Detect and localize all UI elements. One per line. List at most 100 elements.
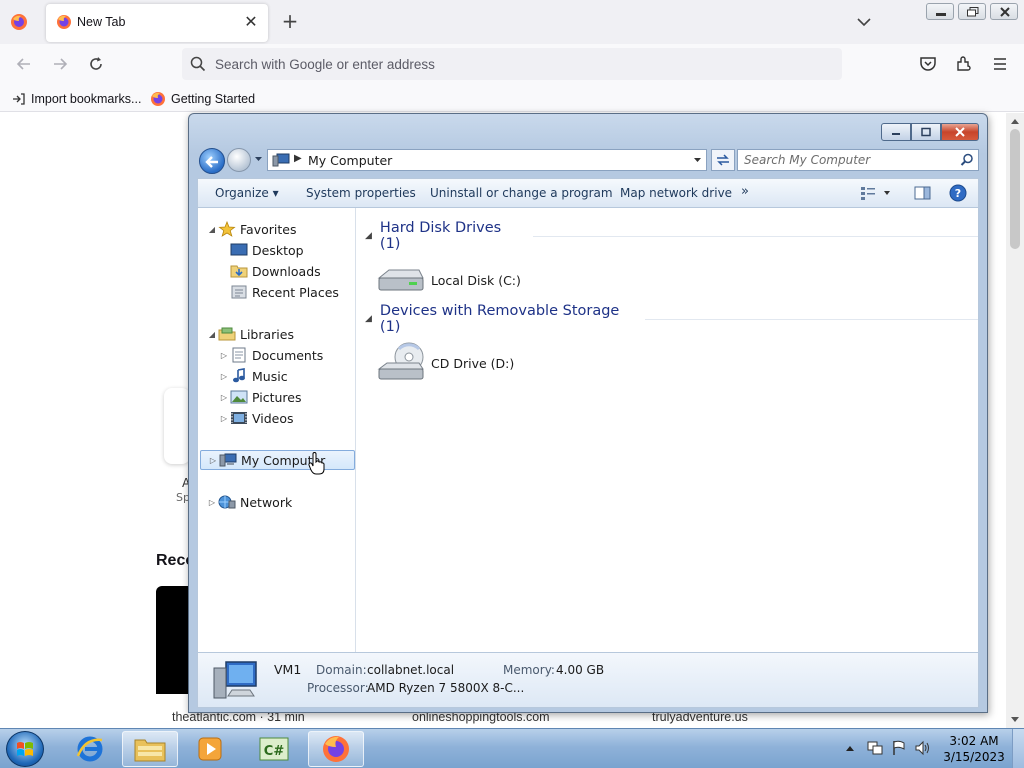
taskbar-firefox[interactable] [308, 731, 364, 767]
nav-desktop-label: Desktop [252, 242, 304, 258]
nav-recent-places-label: Recent Places [252, 284, 339, 300]
explorer-search-input[interactable] [744, 152, 954, 168]
nav-downloads[interactable]: Downloads [218, 261, 321, 281]
firefox-logo-icon[interactable] [10, 13, 28, 31]
windows-logo-icon [17, 742, 33, 756]
network-tray-icon[interactable] [866, 739, 884, 757]
firefox-tab-icon [57, 15, 71, 29]
expand-arrow-icon[interactable]: ▷ [218, 372, 230, 381]
scroll-down-icon[interactable] [1010, 716, 1020, 724]
change-view-icon[interactable] [860, 185, 892, 201]
nav-documents[interactable]: ▷ Documents [218, 345, 323, 365]
nav-pictures[interactable]: ▷ Pictures [218, 387, 302, 407]
nav-recent-places[interactable]: Recent Places [218, 282, 339, 302]
nav-my-computer[interactable]: ▷ My Computer [200, 450, 355, 470]
explorer-minimize-button[interactable] [881, 123, 911, 141]
address-bar[interactable] [182, 48, 842, 80]
expand-arrow-icon[interactable]: ▷ [218, 393, 230, 402]
nav-libraries[interactable]: ◢ Libraries [206, 324, 294, 344]
top-site-shortcut[interactable] [164, 388, 190, 464]
taskbar-internet-explorer[interactable] [62, 731, 118, 767]
scroll-up-icon[interactable] [1010, 117, 1020, 125]
expand-arrow-icon[interactable]: ▷ [206, 498, 218, 507]
address-breadcrumb[interactable]: My Computer [308, 153, 392, 168]
action-center-flag-icon[interactable] [890, 739, 908, 757]
collapse-arrow-icon[interactable]: ◢ [365, 231, 372, 241]
show-hidden-icons-arrow[interactable] [845, 744, 855, 752]
taskbar-csharp-app[interactable]: C# [246, 731, 302, 767]
new-tab-button[interactable]: + [280, 10, 300, 32]
group-header-hard-disk-drives[interactable]: ◢ Hard Disk Drives (1) [365, 220, 978, 252]
collapse-arrow-icon[interactable]: ◢ [206, 225, 218, 234]
reload-icon[interactable] [86, 54, 106, 74]
system-properties-button[interactable]: System properties [306, 186, 416, 200]
libraries-icon [218, 327, 236, 341]
start-button[interactable] [6, 731, 44, 767]
window-minimize-button[interactable] [926, 3, 954, 20]
nav-desktop[interactable]: Desktop [218, 240, 304, 260]
drive-local-disk-c[interactable]: Local Disk (C:) [375, 258, 521, 302]
explorer-search-box[interactable] [737, 149, 979, 171]
window-close-button[interactable] [990, 3, 1018, 20]
hard-drive-icon [377, 269, 424, 291]
memory-value: 4.00 GB [556, 663, 605, 677]
explorer-maximize-button[interactable] [911, 123, 941, 141]
collapse-arrow-icon[interactable]: ◢ [206, 330, 218, 339]
expand-arrow-icon[interactable]: ▷ [218, 414, 230, 423]
hamburger-menu-icon[interactable] [990, 54, 1010, 74]
collapse-arrow-icon[interactable]: ◢ [365, 314, 372, 324]
bookmark-import[interactable]: Import bookmarks... [12, 90, 141, 108]
search-icon[interactable] [960, 153, 974, 167]
explorer-back-button[interactable] [199, 148, 225, 174]
expand-arrow-icon[interactable]: ▷ [207, 456, 219, 465]
list-all-tabs-icon[interactable] [854, 12, 874, 32]
taskbar-file-explorer[interactable] [122, 731, 178, 767]
extensions-icon[interactable] [954, 54, 974, 74]
nav-documents-label: Documents [252, 347, 324, 363]
scrollbar-thumb[interactable] [1010, 129, 1020, 249]
recent-pages-dropdown-icon[interactable] [254, 156, 263, 162]
window-restore-button[interactable] [958, 3, 986, 20]
address-dropdown-icon[interactable] [693, 157, 702, 163]
organize-menu-button[interactable]: Organize ▾ [215, 186, 279, 200]
nav-favorites[interactable]: ◢ Favorites [206, 219, 296, 239]
map-network-drive-button[interactable]: Map network drive [620, 186, 732, 200]
show-desktop-button[interactable] [1012, 729, 1024, 768]
page-scrollbar[interactable] [1006, 113, 1024, 728]
bookmark-getting-started-label: Getting Started [171, 92, 256, 106]
drive-cd-d[interactable]: CD Drive (D:) [375, 341, 514, 385]
nav-videos[interactable]: ▷ Videos [218, 408, 294, 428]
close-tab-icon[interactable]: ✕ [242, 13, 260, 31]
breadcrumb-chevron-icon[interactable]: ▶ [294, 153, 302, 164]
explorer-refresh-button[interactable] [711, 149, 735, 171]
preview-pane-icon[interactable] [914, 185, 932, 201]
firefox-icon [323, 736, 349, 762]
nav-network-label: Network [240, 494, 293, 510]
pocket-icon[interactable] [918, 54, 938, 74]
nav-music[interactable]: ▷ Music [218, 366, 288, 386]
taskbar-media-player[interactable] [182, 731, 238, 767]
refresh-icon [717, 154, 729, 166]
group-header-removable-storage[interactable]: ◢ Devices with Removable Storage (1) [365, 303, 978, 335]
back-arrow-icon[interactable] [14, 54, 34, 74]
forward-arrow-icon[interactable] [50, 54, 70, 74]
browser-tab-new-tab[interactable]: New Tab ✕ [46, 4, 268, 42]
search-icon [190, 56, 206, 72]
nav-network[interactable]: ▷ Network [206, 492, 292, 512]
bookmark-getting-started[interactable]: Getting Started [150, 90, 255, 108]
url-input[interactable] [215, 54, 815, 74]
help-icon[interactable]: ? [949, 184, 967, 202]
uninstall-program-button[interactable]: Uninstall or change a program [430, 186, 613, 200]
group-header-label: Devices with Removable Storage (1) [379, 303, 620, 335]
recent-story-thumbnail[interactable] [156, 586, 192, 694]
volume-icon[interactable] [914, 739, 932, 757]
explorer-address-bar[interactable]: ▶ My Computer [267, 149, 707, 171]
clock-date[interactable]: 3/15/2023 [942, 750, 1006, 764]
organize-label: Organize [215, 186, 269, 200]
csharp-icon: C# [259, 737, 289, 761]
clock-time[interactable]: 3:02 AM [942, 734, 1006, 748]
expand-arrow-icon[interactable]: ▷ [218, 351, 230, 360]
explorer-forward-button[interactable] [227, 148, 251, 172]
more-commands-button[interactable]: » [741, 184, 749, 199]
explorer-close-button[interactable] [941, 123, 979, 141]
